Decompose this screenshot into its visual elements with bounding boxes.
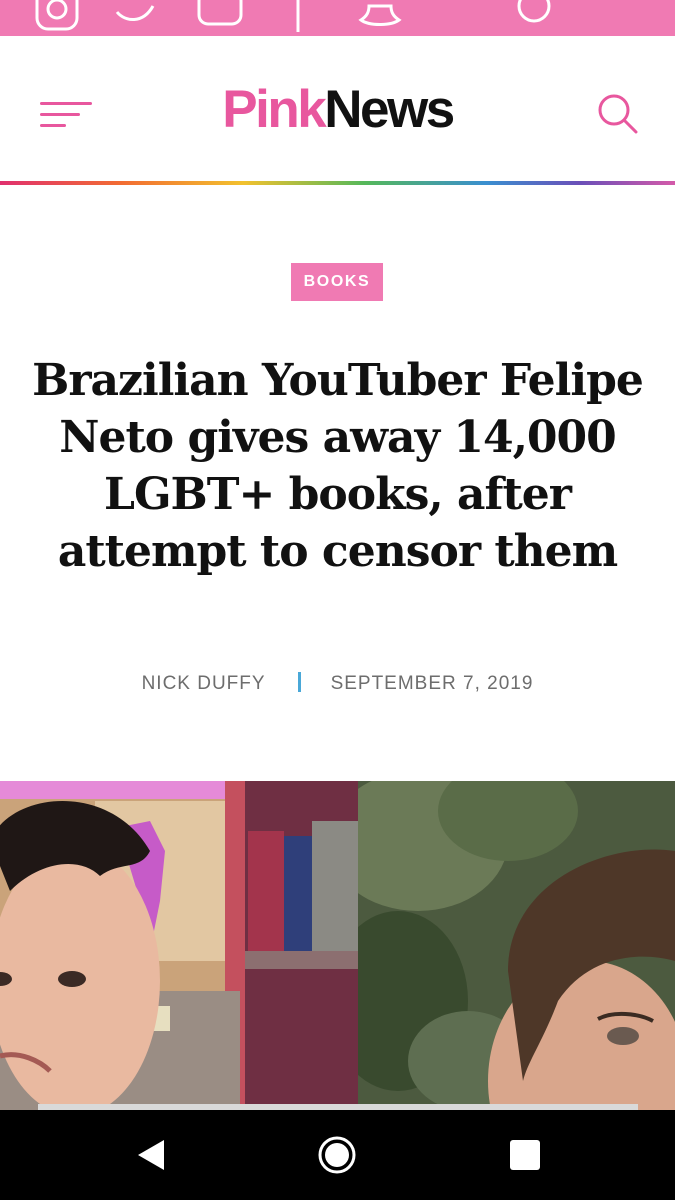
search-icon[interactable] [594,90,642,138]
twitter-icon[interactable] [113,0,159,32]
logo-pink-text: Pink [222,80,326,139]
facebook-icon[interactable] [286,0,310,32]
youtube-icon[interactable] [196,0,244,32]
publish-date: SEPTEMBER 7, 2019 [330,673,534,694]
article-headline: Brazilian YouTuber Felipe Neto gives awa… [32,355,644,577]
hero-image[interactable] [0,781,675,1110]
hero-image-left-panel [0,781,358,1110]
category-badge[interactable]: BOOKS [291,263,383,301]
social-links-bar [0,0,675,36]
site-header: PinkNews [0,36,675,182]
site-logo[interactable]: PinkNews [0,80,675,140]
back-triangle-icon[interactable] [136,1138,166,1172]
byline-separator [297,672,301,692]
byline: NICK DUFFY SEPTEMBER 7, 2019 [0,672,675,695]
recents-square-icon[interactable] [510,1140,540,1170]
hero-right-photo [358,781,675,1110]
hero-image-right-panel [358,781,675,1110]
hero-left-photo [0,781,358,1110]
author-name[interactable]: NICK DUFFY [142,673,266,694]
home-circle-icon[interactable] [317,1135,357,1175]
other-social-icon[interactable] [516,0,552,32]
rainbow-divider [0,181,675,185]
instagram-icon[interactable] [34,0,80,32]
snapchat-icon[interactable] [355,0,405,32]
logo-news-text: News [324,80,455,139]
